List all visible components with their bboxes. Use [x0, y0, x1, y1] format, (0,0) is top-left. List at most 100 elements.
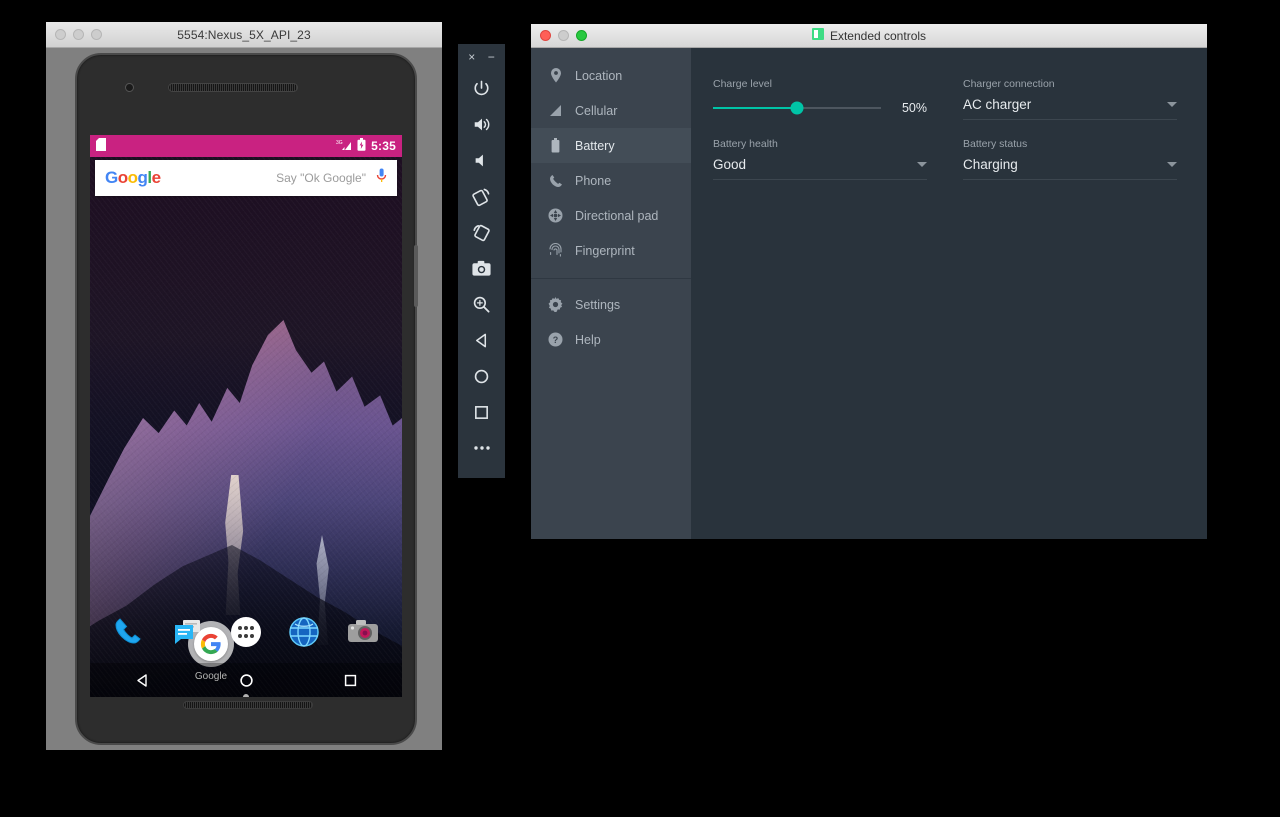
home-button[interactable]	[458, 358, 505, 394]
dock-item-phone[interactable]	[107, 610, 151, 654]
extended-controls-window: Extended controls Location Cellular	[531, 24, 1207, 539]
sidebar-item-label: Help	[575, 333, 601, 347]
toolbar-minimize-icon[interactable]: −	[488, 51, 495, 63]
zoom-window-button[interactable]	[91, 29, 102, 40]
overview-button[interactable]	[458, 394, 505, 430]
sidebar-item-cellular[interactable]: Cellular	[531, 93, 691, 128]
android-studio-icon	[812, 28, 824, 43]
sd-card-icon	[96, 138, 106, 154]
signal-3g-icon: 3G	[336, 139, 352, 154]
sidebar-item-help[interactable]: ? Help	[531, 322, 691, 357]
sidebar-item-location[interactable]: Location	[531, 58, 691, 93]
battery-status-dropdown[interactable]: Charging	[963, 157, 1177, 180]
fingerprint-icon	[548, 243, 563, 258]
zoom-button[interactable]	[458, 286, 505, 322]
svg-text:?: ?	[553, 335, 559, 345]
toolbar-window-buttons: × −	[458, 44, 505, 70]
rotate-left-button[interactable]	[458, 178, 505, 214]
battery-health-field: Battery health Good	[713, 138, 927, 180]
window-controls[interactable]	[46, 29, 102, 40]
status-bar-clock: 5:35	[371, 139, 396, 153]
sidebar-item-directional-pad[interactable]: Directional pad	[531, 198, 691, 233]
phone-screen[interactable]: 3G 5:35	[90, 135, 402, 697]
nav-recents-button[interactable]	[328, 663, 372, 697]
toolbar-close-icon[interactable]: ×	[468, 51, 475, 63]
android-dock	[90, 603, 402, 661]
front-camera-icon	[125, 83, 134, 92]
minimize-window-button[interactable]	[73, 29, 84, 40]
cellular-signal-icon	[548, 103, 563, 118]
nav-back-button[interactable]	[120, 663, 164, 697]
extended-controls-titlebar[interactable]: Extended controls	[531, 24, 1207, 48]
volume-down-button[interactable]	[458, 142, 505, 178]
charger-connection-label: Charger connection	[963, 78, 1177, 90]
power-button[interactable]	[458, 70, 505, 106]
location-pin-icon	[548, 68, 563, 83]
volume-up-button[interactable]	[458, 106, 505, 142]
battery-panel: Charge level 50% Charger connection AC c…	[691, 48, 1207, 539]
phone-handset-icon	[548, 173, 563, 188]
nav-home-button[interactable]	[224, 663, 268, 697]
google-search-widget[interactable]: Google Say "Ok Google"	[95, 160, 397, 196]
rotate-right-button[interactable]	[458, 214, 505, 250]
android-status-bar: 3G 5:35	[90, 135, 402, 157]
battery-status-field: Battery status Charging	[963, 138, 1177, 180]
charge-level-field: Charge level 50%	[713, 78, 927, 120]
sidebar-item-label: Fingerprint	[575, 244, 635, 258]
charger-connection-field: Charger connection AC charger	[963, 78, 1177, 120]
search-hint-text: Say "Ok Google"	[276, 171, 366, 185]
sidebar-item-label: Battery	[575, 139, 615, 153]
help-circle-icon: ?	[548, 332, 563, 347]
battery-status-label: Battery status	[963, 138, 1177, 150]
gear-icon	[548, 297, 563, 312]
dock-item-camera[interactable]	[341, 610, 385, 654]
sidebar-item-label: Settings	[575, 298, 620, 312]
extended-controls-body: Location Cellular Battery Phone	[531, 48, 1207, 539]
more-button[interactable]	[458, 430, 505, 466]
emulator-window: 5554:Nexus_5X_API_23	[46, 22, 442, 750]
earpiece-speaker	[168, 83, 298, 92]
emulator-titlebar[interactable]: 5554:Nexus_5X_API_23	[46, 22, 442, 48]
emulator-window-title: 5554:Nexus_5X_API_23	[46, 28, 442, 42]
back-button[interactable]	[458, 322, 505, 358]
phone-device-frame: 3G 5:35	[75, 53, 417, 745]
power-side-button[interactable]	[414, 245, 418, 307]
dock-item-messenger[interactable]	[166, 610, 210, 654]
sidebar-item-battery[interactable]: Battery	[531, 128, 691, 163]
battery-fields-grid: Charge level 50% Charger connection AC c…	[713, 78, 1177, 180]
battery-icon	[548, 138, 563, 153]
chevron-down-icon[interactable]	[1167, 162, 1177, 167]
sidebar-item-label: Directional pad	[575, 209, 658, 223]
chevron-down-icon[interactable]	[917, 162, 927, 167]
close-button[interactable]	[540, 30, 551, 41]
charger-connection-dropdown[interactable]: AC charger	[963, 97, 1177, 120]
chevron-down-icon[interactable]	[1167, 102, 1177, 107]
extended-controls-window-buttons[interactable]	[531, 30, 587, 41]
charger-connection-value: AC charger	[963, 97, 1031, 112]
sidebar-item-label: Cellular	[575, 104, 617, 118]
slider-fill	[713, 107, 797, 109]
battery-charging-icon	[357, 138, 366, 154]
extended-controls-title-wrapper: Extended controls	[531, 28, 1207, 43]
battery-health-dropdown[interactable]: Good	[713, 157, 927, 180]
svg-text:3G: 3G	[336, 140, 343, 146]
google-logo: Google	[105, 168, 161, 188]
battery-health-value: Good	[713, 157, 746, 172]
minimize-button[interactable]	[558, 30, 569, 41]
close-window-button[interactable]	[55, 29, 66, 40]
sidebar-item-phone[interactable]: Phone	[531, 163, 691, 198]
slider-thumb[interactable]	[791, 102, 804, 115]
sidebar-item-fingerprint[interactable]: Fingerprint	[531, 233, 691, 268]
extended-controls-title: Extended controls	[830, 29, 926, 43]
battery-status-value: Charging	[963, 157, 1018, 172]
dock-item-browser[interactable]	[282, 610, 326, 654]
zoom-button[interactable]	[576, 30, 587, 41]
charge-level-slider[interactable]	[713, 107, 881, 109]
sidebar-item-label: Phone	[575, 174, 611, 188]
android-navigation-bar	[90, 663, 402, 697]
sidebar-item-settings[interactable]: Settings	[531, 287, 691, 322]
microphone-icon[interactable]	[376, 168, 387, 189]
screenshot-camera-button[interactable]	[458, 250, 505, 286]
charge-level-slider-row[interactable]: 50%	[713, 97, 927, 115]
dock-item-app-drawer[interactable]	[224, 610, 268, 654]
